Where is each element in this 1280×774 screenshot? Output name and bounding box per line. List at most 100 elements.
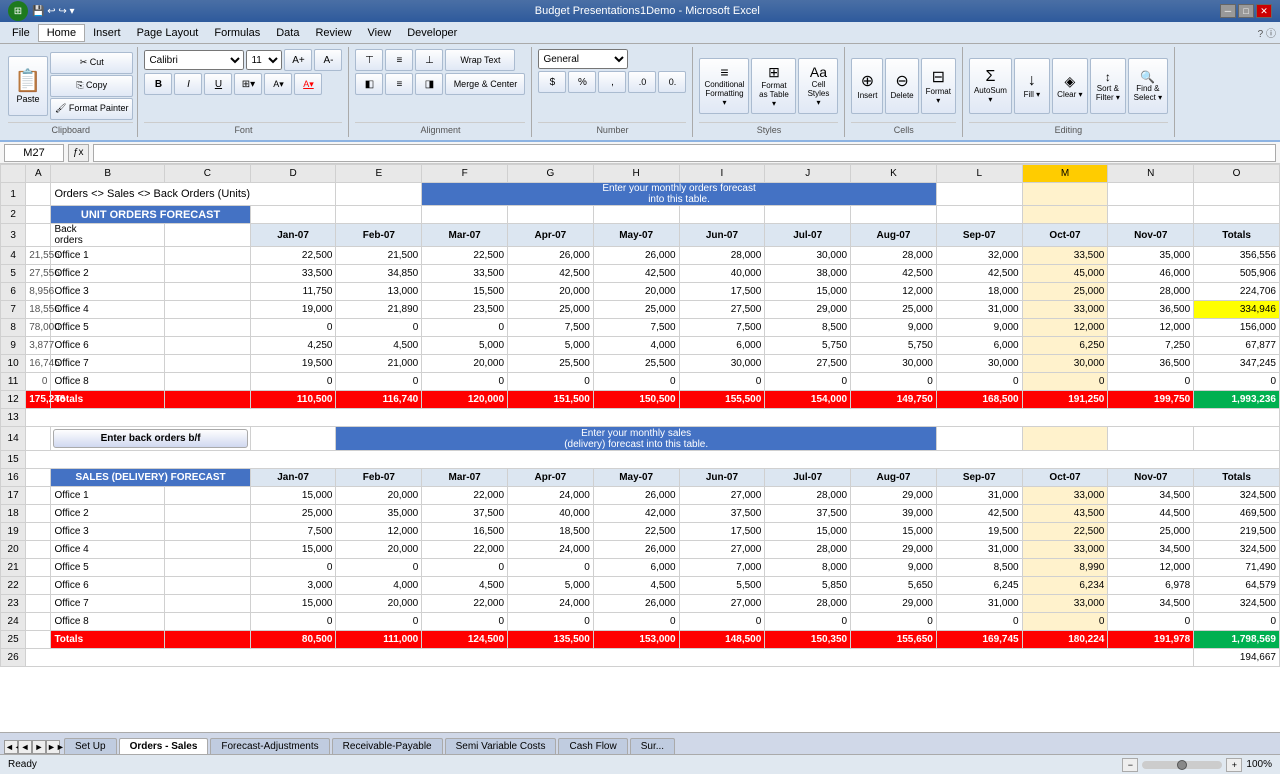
cell-O2[interactable] bbox=[1194, 206, 1280, 224]
menu-page-layout[interactable]: Page Layout bbox=[129, 25, 207, 41]
enter-back-orders-button[interactable]: Enter back orders b/f bbox=[53, 429, 247, 448]
col-header-B[interactable]: B bbox=[51, 165, 165, 183]
wrap-text-button[interactable]: Wrap Text bbox=[445, 49, 515, 71]
cell-A2[interactable] bbox=[26, 206, 51, 224]
sheet-nav-last[interactable]: ►► bbox=[46, 740, 60, 754]
tab-setup[interactable]: Set Up bbox=[64, 738, 117, 754]
align-left-btn[interactable]: ◧ bbox=[355, 73, 383, 95]
menu-insert[interactable]: Insert bbox=[85, 25, 129, 41]
format-btn[interactable]: ⊟ Format ▾ bbox=[921, 58, 956, 114]
comma-btn[interactable]: , bbox=[598, 71, 626, 93]
col-header-K[interactable]: K bbox=[851, 165, 937, 183]
percent-btn[interactable]: % bbox=[568, 71, 596, 93]
cell-E3[interactable]: Feb-07 bbox=[336, 224, 422, 247]
cell-K2[interactable] bbox=[851, 206, 937, 224]
maximize-btn[interactable]: □ bbox=[1238, 4, 1254, 18]
sheet-nav-first[interactable]: ◄◄ bbox=[4, 740, 18, 754]
col-header-C[interactable]: C bbox=[164, 165, 250, 183]
zoom-slider[interactable] bbox=[1142, 761, 1222, 769]
col-header-J[interactable]: J bbox=[765, 165, 851, 183]
italic-button[interactable]: I bbox=[174, 73, 202, 95]
cell-D2[interactable] bbox=[250, 206, 336, 224]
cell-N2[interactable] bbox=[1108, 206, 1194, 224]
cell-M1[interactable] bbox=[1022, 183, 1108, 206]
align-top-btn[interactable]: ⊤ bbox=[355, 49, 383, 71]
sort-filter-btn[interactable]: ↕ Sort & Filter ▾ bbox=[1090, 58, 1126, 114]
cell-C3[interactable] bbox=[164, 224, 250, 247]
col-header-M[interactable]: M bbox=[1022, 165, 1108, 183]
delete-btn[interactable]: ⊖ Delete bbox=[885, 58, 918, 114]
cell-E1[interactable] bbox=[336, 183, 422, 206]
menu-formulas[interactable]: Formulas bbox=[206, 25, 268, 41]
cell-L1[interactable] bbox=[936, 183, 1022, 206]
tab-orders-sales[interactable]: Orders - Sales bbox=[119, 738, 209, 754]
copy-button[interactable]: ⎘ Copy bbox=[50, 75, 133, 97]
align-middle-btn[interactable]: ≡ bbox=[385, 49, 413, 71]
find-select-btn[interactable]: 🔍 Find & Select ▾ bbox=[1128, 58, 1168, 114]
menu-file[interactable]: File bbox=[4, 25, 38, 41]
decimal-dec-btn[interactable]: 0. bbox=[658, 71, 686, 93]
col-header-A[interactable]: A bbox=[26, 165, 51, 183]
align-right-btn[interactable]: ◨ bbox=[415, 73, 443, 95]
border-button[interactable]: ⊞▾ bbox=[234, 73, 262, 95]
underline-button[interactable]: U bbox=[204, 73, 232, 95]
col-header-I[interactable]: I bbox=[679, 165, 765, 183]
tab-cash-flow[interactable]: Cash Flow bbox=[558, 738, 627, 754]
merge-center-button[interactable]: Merge & Center bbox=[445, 73, 525, 95]
cell-K3[interactable]: Aug-07 bbox=[851, 224, 937, 247]
format-as-table-btn[interactable]: ⊞ Format as Table ▾ bbox=[751, 58, 796, 114]
cell-O1[interactable] bbox=[1194, 183, 1280, 206]
bold-button[interactable]: B bbox=[144, 73, 172, 95]
conditional-formatting-btn[interactable]: ≡ Conditional Formatting ▾ bbox=[699, 58, 749, 114]
col-header-O[interactable]: O bbox=[1194, 165, 1280, 183]
increase-font-btn[interactable]: A+ bbox=[284, 49, 312, 71]
tab-forecast-adjustments[interactable]: Forecast-Adjustments bbox=[210, 738, 329, 754]
cell-H3[interactable]: May-07 bbox=[593, 224, 679, 247]
formula-input[interactable] bbox=[93, 144, 1276, 162]
menu-home[interactable]: Home bbox=[38, 24, 85, 42]
clear-btn[interactable]: ◈ Clear ▾ bbox=[1052, 58, 1088, 114]
cell-F3[interactable]: Mar-07 bbox=[422, 224, 508, 247]
cut-button[interactable]: ✂ Cut bbox=[50, 52, 133, 74]
sheet-nav-next[interactable]: ► bbox=[32, 740, 46, 754]
menu-developer[interactable]: Developer bbox=[399, 25, 465, 41]
font-name-select[interactable]: Calibri bbox=[144, 50, 244, 70]
cell-A3[interactable] bbox=[26, 224, 51, 247]
cell-J3[interactable]: Jul-07 bbox=[765, 224, 851, 247]
zoom-in-btn[interactable]: + bbox=[1226, 758, 1242, 772]
cell-B3[interactable]: Backorders bbox=[51, 224, 165, 247]
col-header-E[interactable]: E bbox=[336, 165, 422, 183]
cell-J2[interactable] bbox=[765, 206, 851, 224]
cell-H2[interactable] bbox=[593, 206, 679, 224]
cell-I2[interactable] bbox=[679, 206, 765, 224]
tab-sur[interactable]: Sur... bbox=[630, 738, 675, 754]
zoom-out-btn[interactable]: − bbox=[1122, 758, 1138, 772]
format-painter-button[interactable]: 🖌 Format Painter bbox=[50, 98, 133, 120]
currency-btn[interactable]: $ bbox=[538, 71, 566, 93]
insert-btn[interactable]: ⊕ Insert bbox=[851, 58, 883, 114]
number-format-select[interactable]: General bbox=[538, 49, 628, 69]
cell-D3[interactable]: Jan-07 bbox=[250, 224, 336, 247]
col-header-L[interactable]: L bbox=[936, 165, 1022, 183]
minimize-btn[interactable]: ─ bbox=[1220, 4, 1236, 18]
cell-F1[interactable]: Enter your monthly orders forecastinto t… bbox=[422, 183, 937, 206]
col-header-N[interactable]: N bbox=[1108, 165, 1194, 183]
col-header-F[interactable]: F bbox=[422, 165, 508, 183]
cell-F2[interactable] bbox=[422, 206, 508, 224]
cell-reference-input[interactable]: M27 bbox=[4, 144, 64, 162]
menu-view[interactable]: View bbox=[360, 25, 400, 41]
col-header-D[interactable]: D bbox=[250, 165, 336, 183]
sheet-nav-prev[interactable]: ◄ bbox=[18, 740, 32, 754]
close-btn[interactable]: ✕ bbox=[1256, 4, 1272, 18]
tab-receivable-payable[interactable]: Receivable-Payable bbox=[332, 738, 443, 754]
col-header-H[interactable]: H bbox=[593, 165, 679, 183]
menu-review[interactable]: Review bbox=[307, 25, 359, 41]
cell-M2[interactable] bbox=[1022, 206, 1108, 224]
cell-G3[interactable]: Apr-07 bbox=[508, 224, 594, 247]
autosum-btn[interactable]: Σ AutoSum ▾ bbox=[969, 58, 1012, 114]
window-controls[interactable]: ─ □ ✕ bbox=[1220, 4, 1272, 18]
cell-L2[interactable] bbox=[936, 206, 1022, 224]
menu-data[interactable]: Data bbox=[268, 25, 307, 41]
cell-L3[interactable]: Sep-07 bbox=[936, 224, 1022, 247]
formula-fx-button[interactable]: ƒx bbox=[68, 144, 89, 162]
